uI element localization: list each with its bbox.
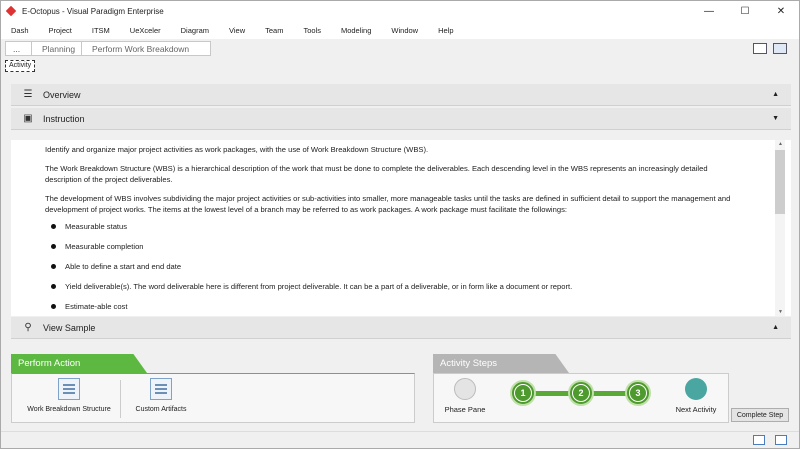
instruction-icon: ▣ xyxy=(23,113,33,124)
divider xyxy=(120,380,121,418)
custom-artifacts-icon xyxy=(150,378,172,400)
mail-icon[interactable] xyxy=(753,435,765,445)
layout-icon[interactable] xyxy=(753,43,767,54)
scrollbar-thumb[interactable] xyxy=(775,150,785,214)
menu-window[interactable]: Window xyxy=(381,26,428,35)
breadcrumb: ... Planning Perform Work Breakdown xyxy=(1,39,799,59)
breadcrumb-planning[interactable]: Planning xyxy=(31,41,83,56)
step-2-button[interactable]: 2 xyxy=(568,380,594,406)
list-icon: ☰ xyxy=(23,89,33,100)
complete-step-button[interactable]: Complete Step xyxy=(731,408,789,422)
next-activity-label: Next Activity xyxy=(675,405,717,414)
wbs-diagram-icon xyxy=(58,378,80,400)
activity-steps-panel: Phase Pane 1 2 3 Next Activity xyxy=(433,373,729,423)
next-activity-button[interactable]: Next Activity xyxy=(666,378,726,422)
instruction-paragraph: The development of WBS involves subdivid… xyxy=(45,194,731,214)
step-1-button[interactable]: 1 xyxy=(510,380,536,406)
phase-pane-label: Phase Pane xyxy=(444,405,486,414)
view-sample-label: View Sample xyxy=(43,322,96,333)
menu-uexceler[interactable]: UeXceler xyxy=(120,26,171,35)
panel-icon[interactable] xyxy=(773,43,787,54)
action-area: Perform Action Work Breakdown Structure … xyxy=(1,341,799,431)
overview-label: Overview xyxy=(43,89,81,100)
activity-tab[interactable]: Activity xyxy=(5,60,36,72)
menu-bar: Dash Project ITSM UeXceler Diagram View … xyxy=(1,21,799,39)
work-breakdown-structure-button[interactable]: Work Breakdown Structure xyxy=(22,378,116,422)
phase-pane-button[interactable]: Phase Pane xyxy=(440,378,490,422)
custom-artifacts-button[interactable]: Custom Artifacts xyxy=(124,378,198,422)
minimize-button[interactable]: — xyxy=(691,1,727,21)
view-sample-section-header[interactable]: ⚲ View Sample ▲ xyxy=(11,317,791,339)
list-item: Estimate-able cost xyxy=(51,301,745,312)
phase-pane-icon xyxy=(454,378,476,400)
instruction-content: Identify and organize major project acti… xyxy=(11,140,791,316)
collapse-arrow-icon[interactable]: ▼ xyxy=(772,115,779,122)
title-bar: E-Octopus - Visual Paradigm Enterprise —… xyxy=(1,1,799,21)
expand-arrow-icon[interactable]: ▲ xyxy=(772,324,779,331)
status-bar xyxy=(1,431,799,448)
action-label: Work Breakdown Structure xyxy=(27,406,111,413)
scroll-up-icon[interactable]: ▲ xyxy=(778,141,783,147)
list-item: Measurable completion xyxy=(51,241,745,252)
menu-tools[interactable]: Tools xyxy=(293,26,331,35)
instruction-section-header[interactable]: ▣ Instruction ▼ xyxy=(11,108,791,130)
menu-diagram[interactable]: Diagram xyxy=(171,26,219,35)
menu-itsm[interactable]: ITSM xyxy=(82,26,120,35)
breadcrumb-more[interactable]: ... xyxy=(5,41,33,56)
step-number: 3 xyxy=(629,384,647,402)
menu-dash[interactable]: Dash xyxy=(1,26,39,35)
instruction-label: Instruction xyxy=(43,113,85,124)
menu-view[interactable]: View xyxy=(219,26,255,35)
expand-arrow-icon[interactable]: ▲ xyxy=(772,91,779,98)
scroll-down-icon[interactable]: ▼ xyxy=(778,309,783,315)
list-item: Yield deliverable(s). The word deliverab… xyxy=(51,281,745,292)
perform-action-header: Perform Action xyxy=(11,354,147,373)
app-window: E-Octopus - Visual Paradigm Enterprise —… xyxy=(0,0,800,449)
list-item: Able to define a start and end date xyxy=(51,261,745,272)
next-activity-icon xyxy=(685,378,707,400)
menu-help[interactable]: Help xyxy=(428,26,463,35)
menu-team[interactable]: Team xyxy=(255,26,293,35)
instruction-paragraph: The Work Breakdown Structure (WBS) is a … xyxy=(45,164,708,184)
edit-document-icon[interactable] xyxy=(775,435,787,445)
breadcrumb-perform-work-breakdown[interactable]: Perform Work Breakdown xyxy=(81,41,211,56)
overview-section-header[interactable]: ☰ Overview ▲ xyxy=(11,84,791,106)
activity-steps-header: Activity Steps xyxy=(433,354,569,373)
app-logo-icon xyxy=(5,5,17,17)
search-icon: ⚲ xyxy=(24,322,32,333)
step-3-button[interactable]: 3 xyxy=(625,380,651,406)
window-title: E-Octopus - Visual Paradigm Enterprise xyxy=(22,6,164,16)
instruction-paragraph: Identify and organize major project acti… xyxy=(45,145,429,154)
action-label: Custom Artifacts xyxy=(135,406,187,413)
step-number: 2 xyxy=(572,384,590,402)
perform-action-panel: Work Breakdown Structure Custom Artifact… xyxy=(11,373,415,423)
menu-modeling[interactable]: Modeling xyxy=(331,26,381,35)
maximize-button[interactable]: ☐ xyxy=(727,1,763,21)
list-item: Measurable status xyxy=(51,221,745,232)
menu-project[interactable]: Project xyxy=(39,26,82,35)
step-number: 1 xyxy=(514,384,532,402)
close-button[interactable]: ✕ xyxy=(763,1,799,21)
work-package-list: Measurable status Measurable completion … xyxy=(45,221,745,312)
